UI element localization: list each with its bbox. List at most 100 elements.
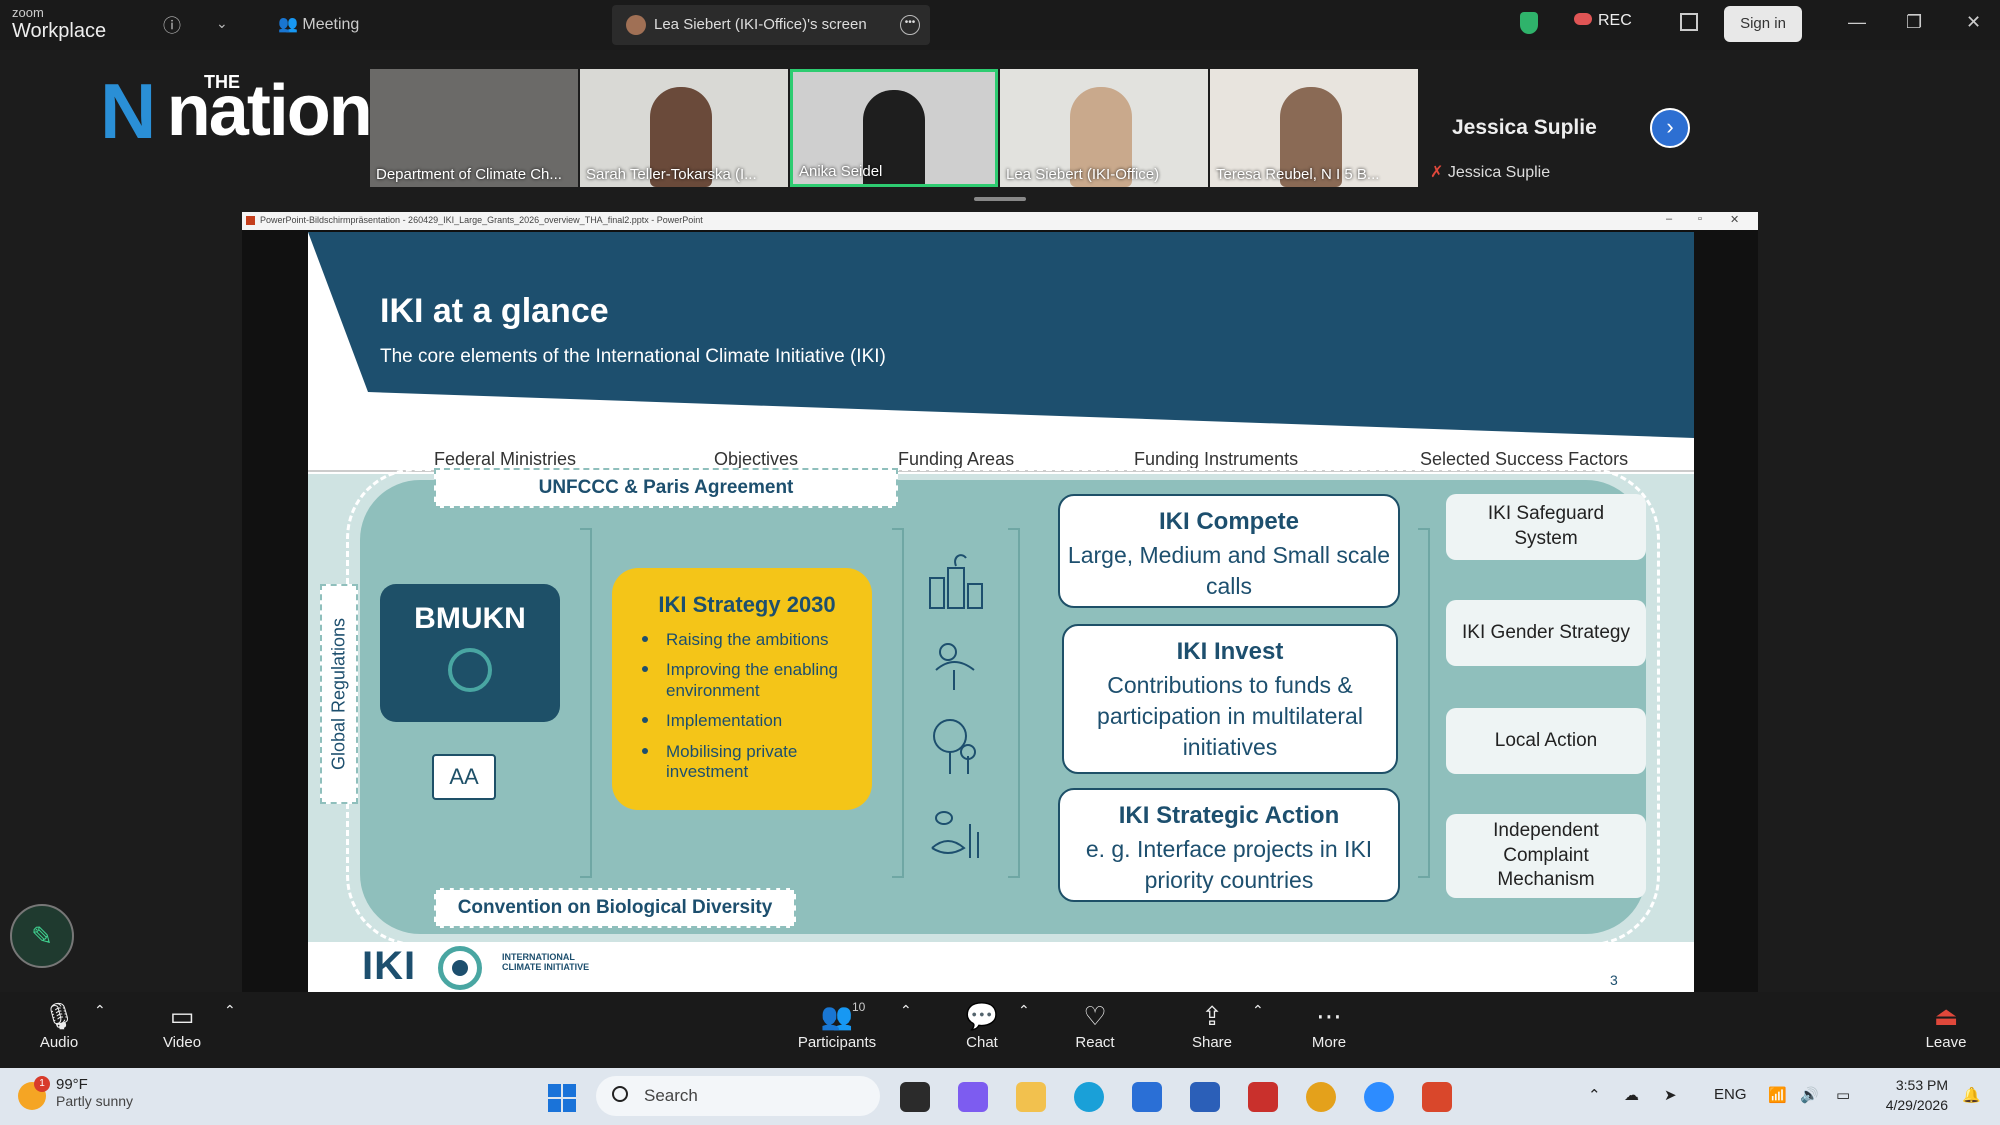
chevron-down-icon[interactable]: ⌄ xyxy=(216,15,228,32)
instrument-desc: Large, Medium and Small scale calls xyxy=(1067,542,1391,600)
edge-browser-icon[interactable] xyxy=(1074,1082,1104,1112)
info-icon[interactable]: ⓘ xyxy=(163,12,181,38)
leave-button[interactable]: ⏏ Leave xyxy=(1922,998,1970,1051)
participant-tile[interactable]: Department of Climate Ch... xyxy=(370,69,578,187)
sign-in-button[interactable]: Sign in xyxy=(1724,6,1802,42)
more-button[interactable]: ⋯ More xyxy=(1306,998,1352,1051)
participant-tile[interactable]: Lea Siebert (IKI-Office) xyxy=(1000,69,1208,187)
share-label: Share xyxy=(1191,1034,1233,1051)
zoom-app-icon[interactable] xyxy=(1364,1082,1394,1112)
file-explorer-icon[interactable] xyxy=(1016,1082,1046,1112)
share-options-caret-icon[interactable]: ⌃ xyxy=(1252,1002,1264,1019)
iki-logo-word: IKI xyxy=(362,944,417,988)
slide: IKI at a glance The core elements of the… xyxy=(308,232,1694,992)
instrument-title: IKI Invest xyxy=(1176,638,1284,665)
global-regulations-box: Global Regulations xyxy=(320,584,358,804)
name-only-tile-title[interactable]: Jessica Suplie xyxy=(1452,116,1597,140)
app-icon[interactable] xyxy=(1190,1082,1220,1112)
meeting-button[interactable]: 👥 Meeting xyxy=(278,14,359,34)
view-grid-icon[interactable] xyxy=(1680,13,1698,31)
show-hidden-icons-icon[interactable]: ⌃ xyxy=(1588,1086,1601,1104)
participants-button[interactable]: 👥 10 Participants xyxy=(790,998,884,1051)
chat-button[interactable]: 💬 Chat xyxy=(960,998,1004,1051)
weather-widget[interactable]: 1 99°F Partly sunny xyxy=(18,1076,133,1110)
taskbar-search[interactable]: Search xyxy=(596,1076,880,1116)
participant-tile[interactable]: Sarah Teller-Tokarska (I... xyxy=(580,69,788,187)
cloud-recording-icon xyxy=(1574,13,1592,25)
video-camera-icon: ▭ xyxy=(169,1001,195,1031)
video-options-caret-icon[interactable]: ⌃ xyxy=(224,1002,236,1019)
powerpoint-app-icon[interactable] xyxy=(1422,1082,1452,1112)
strategy-item: Raising the ambitions xyxy=(642,630,852,650)
cbd-box: Convention on Biological Diversity xyxy=(434,888,796,928)
close-icon[interactable]: ✕ xyxy=(1966,12,1981,33)
microphone-icon: 🎙 xyxy=(42,1001,76,1031)
store-icon[interactable] xyxy=(1132,1082,1162,1112)
participant-tile[interactable]: Teresa Reubel, N I 5 B... xyxy=(1210,69,1418,187)
minimize-icon[interactable]: — xyxy=(1848,12,1866,33)
participants-options-caret-icon[interactable]: ⌃ xyxy=(900,1002,912,1019)
success-factor-box: IKI Safeguard System xyxy=(1446,494,1646,560)
task-view-icon[interactable] xyxy=(900,1082,930,1112)
restore-icon[interactable]: ❐ xyxy=(1906,12,1922,33)
iki-invest-box: IKI Invest Contributions to funds & part… xyxy=(1062,624,1398,774)
global-regulations-label: Global Regulations xyxy=(328,617,349,771)
windows-start-icon[interactable] xyxy=(548,1084,576,1112)
biodiversity-icon xyxy=(931,811,979,858)
bracket xyxy=(1008,528,1020,878)
onedrive-icon[interactable]: ☁ xyxy=(1624,1086,1639,1104)
aa-box: AA xyxy=(432,754,496,800)
strip-drag-handle[interactable] xyxy=(974,197,1026,201)
security-shield-icon[interactable] xyxy=(1520,12,1538,34)
react-button[interactable]: ♡ React xyxy=(1072,998,1118,1051)
success-factor-box: Independent Complaint Mechanism xyxy=(1446,814,1646,898)
zoom-logo-name: Workplace xyxy=(12,20,107,42)
search-icon xyxy=(612,1086,628,1102)
zoom-logo-small: zoom xyxy=(12,5,44,20)
bracket xyxy=(580,528,592,878)
video-label: Video xyxy=(162,1034,202,1051)
brand-the: THE xyxy=(204,72,240,92)
audio-button[interactable]: 🎙 Audio xyxy=(34,998,84,1051)
meeting-label: Meeting xyxy=(302,16,360,33)
copilot-icon[interactable] xyxy=(958,1082,988,1112)
participant-name: Department of Climate Ch... xyxy=(376,166,562,183)
powerpoint-window-title: PowerPoint-Bildschirmpräsentation - 2604… xyxy=(260,215,703,225)
more-label: More xyxy=(1311,1034,1347,1051)
more-dots-icon: ⋯ xyxy=(1316,1001,1342,1031)
wifi-icon[interactable]: 📶 xyxy=(1768,1086,1787,1104)
zoom-meeting-window: zoom Workplace ⓘ ⌄ 👥 Meeting Lea Siebert… xyxy=(0,0,2000,1125)
unfccc-box: UNFCCC & Paris Agreement xyxy=(434,468,898,508)
recording-indicator[interactable]: REC xyxy=(1574,12,1632,30)
leave-label: Leave xyxy=(1925,1034,1967,1051)
clock-date: 4/29/2026 xyxy=(1885,1096,1948,1113)
clock-time: 3:53 PM xyxy=(1895,1077,1948,1093)
mcafee-icon[interactable] xyxy=(1248,1082,1278,1112)
success-factor-box: Local Action xyxy=(1446,708,1646,774)
iki-ring-icon xyxy=(438,946,482,990)
location-icon[interactable]: ➤ xyxy=(1664,1086,1677,1104)
system-clock[interactable]: 3:53 PM 4/29/2026 xyxy=(1876,1076,1948,1115)
participant-tile-active-speaker[interactable]: Anika Seidel xyxy=(790,69,998,187)
shared-screen-tab[interactable]: Lea Siebert (IKI-Office)'s screen ••• xyxy=(612,5,930,45)
battery-icon[interactable]: ▭ xyxy=(1836,1086,1850,1104)
chat-label: Chat xyxy=(966,1034,998,1051)
next-page-button[interactable]: › xyxy=(1650,108,1690,148)
share-button[interactable]: ⇪ Share xyxy=(1188,998,1236,1051)
volume-icon[interactable]: 🔊 xyxy=(1800,1086,1819,1104)
language-indicator[interactable]: ENG xyxy=(1714,1086,1747,1103)
chat-options-caret-icon[interactable]: ⌃ xyxy=(1018,1002,1030,1019)
participant-name: Teresa Reubel, N I 5 B... xyxy=(1216,166,1380,183)
muted-mic-icon: ✗ xyxy=(1430,164,1444,181)
audio-options-caret-icon[interactable]: ⌃ xyxy=(94,1002,106,1019)
notifications-bell-icon[interactable]: 🔔 xyxy=(1962,1086,1981,1104)
annotate-pen-button[interactable]: ✎ xyxy=(10,904,74,968)
more-options-icon[interactable]: ••• xyxy=(900,15,920,35)
iki-strategic-action-box: IKI Strategic Action e. g. Interface pro… xyxy=(1058,788,1400,902)
minimize-icon: – xyxy=(1666,213,1673,225)
chrome-icon[interactable] xyxy=(1306,1082,1336,1112)
video-button[interactable]: ▭ Video xyxy=(156,998,208,1051)
strategy-item: Improving the enabling environment xyxy=(642,660,852,701)
search-placeholder: Search xyxy=(644,1086,698,1105)
strategy-item: Mobilising private investment xyxy=(642,742,852,783)
